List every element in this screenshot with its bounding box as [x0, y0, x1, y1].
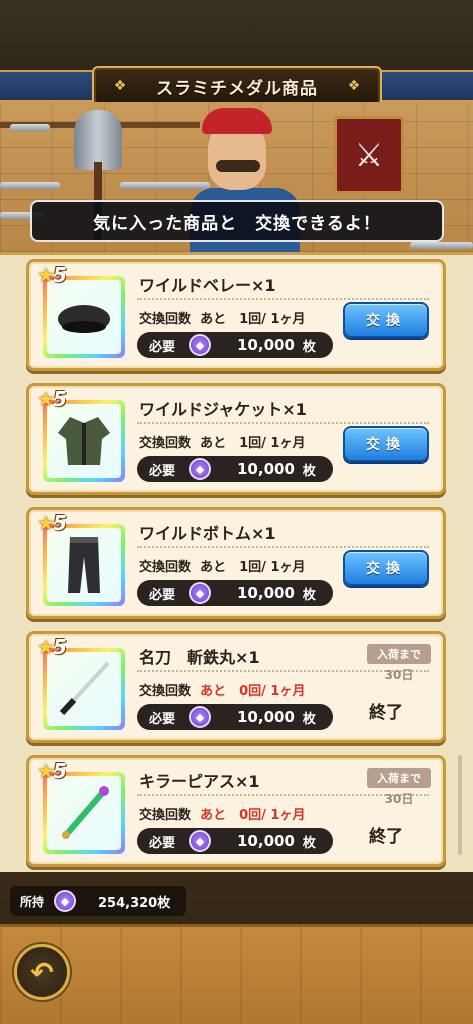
item-thumbnail: [43, 276, 125, 358]
item-card-wild-jacket: ★ 5 ワイルドジャケット×1 交換回数 あと 1回/ 1ヶ月 必要 ◆ 10,…: [26, 383, 446, 495]
floor: [0, 924, 473, 1024]
divider: [137, 422, 429, 424]
cost-pill: 必要 ◆ 10,000 枚: [137, 332, 333, 358]
exchange-count: 交換回数 あと 0回/ 1ヶ月: [139, 684, 306, 699]
restock-days: 30日: [384, 668, 414, 682]
item-name: キラーピアス×1: [139, 772, 260, 791]
restock-info: 入荷まで 30日: [367, 644, 431, 683]
cost-pill: 必要 ◆ 10,000 枚: [137, 704, 333, 730]
cost-pill: 必要 ◆ 10,000 枚: [137, 828, 333, 854]
sword-icon: [10, 124, 50, 131]
divider: [137, 546, 429, 548]
back-arrow-icon: ↶: [30, 955, 54, 989]
medal-icon: ◆: [54, 890, 77, 912]
exchange-count: 交換回数 あと 1回/ 1ヶ月: [139, 312, 306, 327]
ornament-left-icon: ❖: [113, 78, 127, 94]
restock-info: 入荷まで 30日: [367, 768, 431, 807]
item-name: ワイルドベレー×1: [139, 276, 276, 295]
pants-icon: [68, 537, 100, 593]
rank-badge: ★ 5: [37, 387, 67, 411]
item-thumbnail: [43, 524, 125, 606]
exchange-button[interactable]: 交換: [343, 426, 429, 462]
top-bar: [0, 0, 473, 72]
item-card-katana: ★ 5 名刀 斬鉄丸×1 交換回数 あと 0回/ 1ヶ月 必要 ◆ 10,000…: [26, 631, 446, 743]
divider: [137, 298, 429, 300]
restock-label: 入荷まで: [367, 644, 431, 664]
item-name: ワイルドボトム×1: [139, 524, 276, 543]
katana-icon: [59, 661, 110, 716]
ornament-right-icon: ❖: [347, 78, 361, 94]
item-thumbnail: [43, 772, 125, 854]
scrollbar[interactable]: [458, 755, 462, 855]
exchange-count: 交換回数 あと 0回/ 1ヶ月: [139, 808, 306, 823]
back-button[interactable]: ↶: [14, 944, 70, 1000]
item-name: ワイルドジャケット×1: [139, 400, 307, 419]
medal-icon: ◆: [189, 582, 211, 604]
ended-label: 終了: [369, 827, 403, 847]
item-card-wild-bottom: ★ 5 ワイルドボトム×1 交換回数 あと 1回/ 1ヶ月 必要 ◆ 10,00…: [26, 507, 446, 619]
jacket-icon: [58, 417, 110, 465]
owned-medals: 所持 ◆ 254,320枚: [10, 886, 186, 916]
beret-icon: [58, 305, 110, 333]
item-card-killer-earring: ★ 5 キラーピアス×1 交換回数 あと 0回/ 1ヶ月 必要 ◆ 10,000…: [26, 755, 446, 867]
exchange-button[interactable]: 交換: [343, 302, 429, 338]
crest-icon: ⚔: [334, 116, 404, 194]
item-thumbnail: [43, 648, 125, 730]
cost-pill: 必要 ◆ 10,000 枚: [137, 580, 333, 606]
sword-icon: [410, 242, 473, 249]
speech-text: 気に入った商品と 交換できるよ！: [93, 213, 381, 234]
page-title: スラミチメダル商品: [156, 78, 318, 99]
medal-icon: ◆: [189, 334, 211, 356]
rank-badge: ★ 5: [37, 263, 67, 287]
footer: 所持 ◆ 254,320枚 ↶: [0, 872, 473, 1024]
speech-bubble: 気に入った商品と 交換できるよ！: [30, 200, 444, 242]
exchange-count: 交換回数 あと 1回/ 1ヶ月: [139, 436, 306, 451]
medal-icon: ◆: [189, 830, 211, 852]
owned-value: 254,320枚: [98, 895, 171, 911]
dagger-icon: [62, 786, 109, 839]
owned-label: 所持: [20, 894, 45, 909]
rank-badge: ★ 5: [37, 759, 67, 783]
item-list[interactable]: ★ 5 ワイルドベレー×1 交換回数 あと 1回/ 1ヶ月 必要 ◆ 10,00…: [0, 252, 473, 872]
restock-days: 30日: [384, 792, 414, 806]
medal-icon: ◆: [189, 458, 211, 480]
medal-icon: ◆: [189, 706, 211, 728]
rank-badge: ★ 5: [37, 511, 67, 535]
rank-badge: ★ 5: [37, 635, 67, 659]
item-card-wild-beret: ★ 5 ワイルドベレー×1 交換回数 あと 1回/ 1ヶ月 必要 ◆ 10,00…: [26, 259, 446, 371]
item-thumbnail: [43, 400, 125, 482]
item-name: 名刀 斬鉄丸×1: [139, 648, 260, 667]
exchange-button[interactable]: 交換: [343, 550, 429, 586]
exchange-count: 交換回数 あと 1回/ 1ヶ月: [139, 560, 306, 575]
axe-icon: [74, 110, 122, 170]
restock-label: 入荷まで: [367, 768, 431, 788]
ended-label: 終了: [369, 703, 403, 723]
title-plate: ❖ スラミチメダル商品 ❖: [92, 66, 382, 106]
cost-pill: 必要 ◆ 10,000 枚: [137, 456, 333, 482]
sword-icon: [0, 182, 60, 189]
